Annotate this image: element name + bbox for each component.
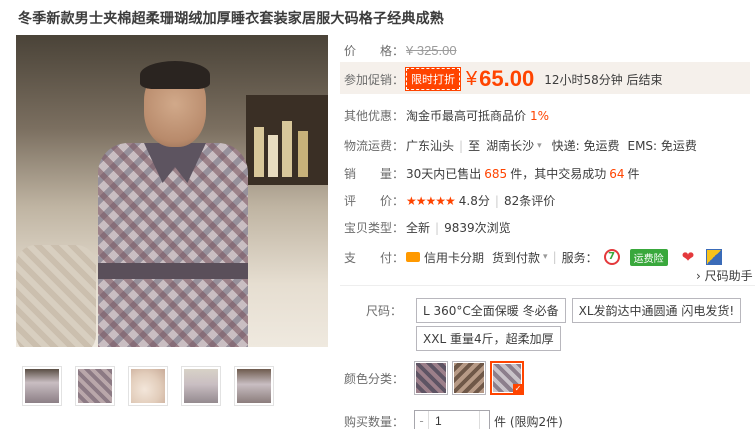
size-row-2: XXL 重量4斤，超柔加厚 [416, 326, 567, 351]
heart-icon[interactable]: ❤ [682, 248, 695, 266]
shipping-label: 物流运费： [344, 139, 405, 153]
divider [340, 285, 755, 286]
color-option-3-selected[interactable] [490, 361, 524, 395]
thumbnail-4[interactable] [181, 366, 221, 406]
color-option-2[interactable] [452, 361, 486, 395]
model-pajamas [98, 143, 248, 347]
quantity-input[interactable]: 1 [429, 414, 479, 428]
item-views: 9839次浏览 [444, 221, 511, 235]
cash-on-delivery[interactable]: 货到付款 [492, 249, 540, 266]
payment-label: 支 付： [344, 250, 405, 265]
quantity-decrease-button[interactable]: - [415, 411, 429, 429]
payment-row: 支 付： 信用卡分期 货到付款 ▾ | 服务： 7 运费险 ❤ [344, 248, 723, 266]
model-hair [140, 61, 210, 89]
item-type-label: 宝贝类型： [344, 221, 405, 235]
original-price: ¥ 325.00 [406, 43, 457, 58]
thumbnail-2[interactable] [75, 366, 115, 406]
thumbnail-1[interactable] [22, 366, 62, 406]
size-option-l[interactable]: L 360°C全面保暖 冬必备 [416, 298, 566, 323]
shipping-destination[interactable]: 湖南长沙 [486, 137, 534, 154]
installment-link[interactable]: 信用卡分期 [424, 249, 484, 266]
color-option-1[interactable] [414, 361, 448, 395]
color-label: 颜色分类： [344, 371, 405, 386]
limited-sale-tag: 限时打折 [405, 67, 461, 91]
sales-suffix: 件 [627, 167, 640, 181]
other-offer-percent: 1% [530, 108, 550, 123]
sales-mid: 件，其中交易成功 [510, 167, 607, 181]
seven-day-return-icon[interactable]: 7 [603, 249, 620, 265]
chevron-down-icon[interactable]: ▾ [537, 141, 542, 151]
quantity-increase-button[interactable] [479, 411, 489, 429]
other-offer-row: 其他优惠： 淘金币最高可抵商品价 1% [344, 107, 549, 124]
rating-stars-icon: ★★★★★ [406, 193, 456, 208]
flag-icon[interactable] [706, 249, 723, 265]
main-product-image[interactable] [16, 35, 328, 347]
thumbnail-strip [22, 366, 274, 406]
price-label: 价 格： [344, 44, 405, 58]
review-count-link[interactable]: 82条评价 [504, 192, 555, 209]
rating-score: 4.8分 [458, 194, 490, 208]
quantity-row: 购买数量： - 1 件 (限购2件) [344, 410, 563, 429]
size-label: 尺码： [365, 304, 402, 318]
sales-success-count: 64 [609, 166, 625, 181]
promo-row: 参加促销： 限时打折 ¥ 65.00 12小时58分钟 后结束 [344, 66, 663, 92]
size-option-xl[interactable]: XL发韵达中通圆通 闪电发货! [571, 298, 742, 323]
rating-row: 评 价： ★★★★★ 4.8分 | 82条评价 [344, 192, 556, 209]
promo-countdown: 12小时58分钟 后结束 [544, 72, 663, 87]
quantity-limit: 件 (限购2件) [494, 414, 563, 429]
thumbnail-5[interactable] [234, 366, 274, 406]
service-label: 服务： [561, 250, 598, 265]
thumbnail-3[interactable] [128, 366, 168, 406]
shipping-ems: EMS: 免运费 [627, 139, 697, 153]
sales-count: 685 [484, 166, 508, 181]
quantity-label: 购买数量： [344, 414, 405, 429]
size-helper-link[interactable]: › 尺码助手 [696, 267, 753, 284]
background-shelf [246, 95, 328, 185]
item-type-row: 宝贝类型： 全新 | 9839次浏览 [344, 220, 511, 236]
shipping-row: 物流运费： 广东汕头 | 至 湖南长沙 ▾ 快递: 免运费 EMS: 免运费 [344, 137, 697, 154]
item-condition: 全新 [406, 221, 431, 235]
other-offer-label: 其他优惠： [344, 109, 405, 123]
promo-currency: ¥ [466, 67, 478, 90]
sales-prefix: 30天内已售出 [406, 167, 482, 181]
sales-row: 销 量： 30天内已售出 685 件，其中交易成功 64 件 [344, 165, 640, 182]
sales-label: 销 量： [344, 167, 405, 181]
shipping-express: 快递: 免运费 [551, 139, 620, 153]
shipping-insurance-badge[interactable]: 运费险 [629, 248, 668, 266]
chevron-down-icon[interactable]: ▾ [543, 252, 548, 262]
credit-card-icon [406, 252, 420, 262]
promo-label: 参加促销： [344, 72, 405, 87]
other-offer-text: 淘金币最高可抵商品价 [406, 109, 527, 123]
model-belt [98, 263, 248, 279]
product-title: 冬季新款男士夹棉超柔珊瑚绒加厚睡衣套装家居服大码格子经典成熟 [18, 11, 444, 27]
background-sofa [16, 245, 96, 347]
size-row: 尺码： L 360°C全面保暖 冬必备 XL发韵达中通圆通 闪电发货! [344, 298, 747, 323]
price-row: 价 格： ¥ 325.00 [344, 42, 457, 59]
shipping-from: 广东汕头 [406, 139, 455, 153]
size-option-xxl[interactable]: XXL 重量4斤，超柔加厚 [416, 326, 561, 351]
rating-label: 评 价： [344, 194, 405, 208]
color-row: 颜色分类： [344, 361, 528, 395]
quantity-stepper[interactable]: - 1 [414, 410, 490, 429]
shipping-to-prefix: 至 [468, 139, 481, 153]
promo-price: 65.00 [479, 66, 535, 91]
